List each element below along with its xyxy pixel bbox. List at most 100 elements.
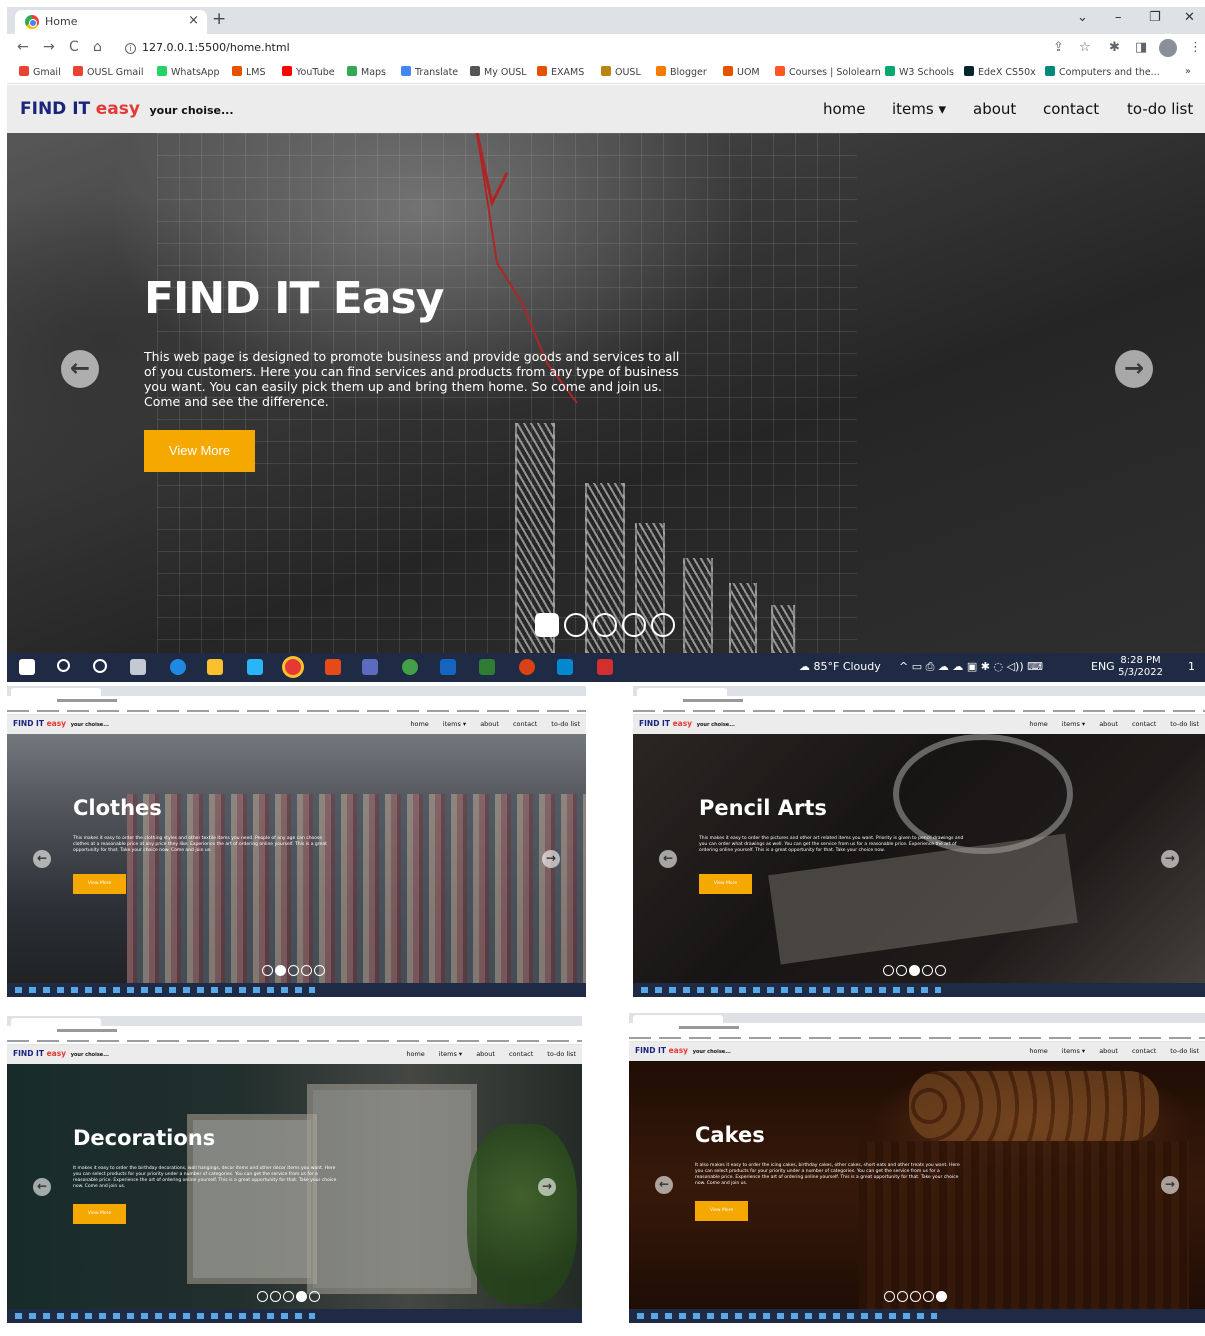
bookmark-item[interactable]: My OUSL bbox=[470, 66, 527, 78]
carousel-indicator-dot[interactable] bbox=[283, 1291, 294, 1302]
back-icon[interactable]: ← bbox=[17, 39, 29, 55]
teams-icon[interactable] bbox=[362, 659, 378, 675]
tab-close-icon[interactable]: × bbox=[188, 13, 199, 28]
bookmark-item[interactable]: Blogger bbox=[656, 66, 707, 78]
carousel-indicator-dot[interactable] bbox=[651, 613, 675, 637]
thumb-nav-link[interactable]: to-do list bbox=[547, 1050, 576, 1058]
menu-icon[interactable]: ⋮ bbox=[1189, 40, 1202, 55]
view-more-button[interactable]: View More bbox=[73, 1204, 126, 1224]
powerpoint-icon[interactable] bbox=[519, 659, 535, 675]
bookmark-item[interactable]: Courses | Sololearn bbox=[775, 66, 881, 78]
side-panel-icon[interactable]: ◨ bbox=[1135, 40, 1147, 55]
word-icon[interactable] bbox=[440, 659, 456, 675]
carousel-indicator-dot[interactable] bbox=[535, 613, 559, 637]
carousel-prev-icon[interactable]: ← bbox=[33, 849, 51, 868]
weather-text[interactable]: ☁ 85°F Cloudy bbox=[799, 660, 881, 673]
notification-icon[interactable]: 1 bbox=[1188, 660, 1195, 673]
site-brand[interactable]: FIND IT easy your choise... bbox=[20, 99, 234, 119]
thumb-nav-link[interactable]: items ▾ bbox=[439, 1050, 462, 1058]
nav-todo-list[interactable]: to-do list bbox=[1127, 100, 1193, 118]
site-brand[interactable]: FIND IT easy your choise... bbox=[13, 719, 109, 728]
nav-contact[interactable]: contact bbox=[1043, 100, 1099, 118]
bookmark-item[interactable]: Translate bbox=[401, 66, 458, 78]
thumb-nav-link[interactable]: contact bbox=[1132, 720, 1156, 728]
carousel-indicator-dot[interactable] bbox=[270, 1291, 281, 1302]
file-explorer-icon[interactable] bbox=[207, 659, 223, 675]
bookmark-item[interactable]: Gmail bbox=[19, 66, 61, 78]
forward-icon[interactable]: → bbox=[43, 39, 55, 55]
carousel-prev-icon[interactable]: ← bbox=[33, 1177, 51, 1196]
carousel-prev-icon[interactable]: ← bbox=[61, 350, 99, 388]
site-brand[interactable]: FIND IT easy your choise... bbox=[635, 1046, 731, 1055]
carousel-indicator-dot[interactable] bbox=[622, 613, 646, 637]
office-icon[interactable] bbox=[325, 659, 341, 675]
bookmark-item[interactable]: UOM bbox=[723, 66, 760, 78]
view-more-button[interactable]: View More bbox=[144, 430, 255, 472]
view-more-button[interactable]: View More bbox=[695, 1201, 748, 1221]
bookmark-item[interactable]: Maps bbox=[347, 66, 386, 78]
thumb-nav-link[interactable]: about bbox=[1099, 720, 1118, 728]
home-icon[interactable]: ⌂ bbox=[93, 39, 102, 55]
excel-icon[interactable] bbox=[479, 659, 495, 675]
carousel-next-icon[interactable]: → bbox=[1115, 350, 1153, 388]
edge-icon[interactable] bbox=[170, 659, 186, 675]
carousel-indicator-dot[interactable] bbox=[884, 1291, 895, 1302]
carousel-indicator-dot[interactable] bbox=[593, 613, 617, 637]
carousel-indicator-dot[interactable] bbox=[935, 965, 946, 976]
carousel-indicator-dot[interactable] bbox=[936, 1291, 947, 1302]
bookmark-item[interactable]: EdeX CS50x bbox=[964, 66, 1036, 78]
thumb-nav-link[interactable]: to-do list bbox=[1170, 1047, 1199, 1055]
carousel-indicator-dot[interactable] bbox=[923, 1291, 934, 1302]
thumb-nav-link[interactable]: about bbox=[476, 1050, 495, 1058]
bookmark-item[interactable]: YouTube bbox=[282, 66, 335, 78]
site-brand[interactable]: FIND IT easy your choise... bbox=[13, 1049, 109, 1058]
language-indicator[interactable]: ENG bbox=[1091, 660, 1115, 673]
thumb-nav-link[interactable]: to-do list bbox=[551, 720, 580, 728]
thumb-nav-link[interactable]: items ▾ bbox=[1062, 720, 1085, 728]
carousel-indicator-dot[interactable] bbox=[262, 965, 273, 976]
bookmark-item[interactable]: EXAMS bbox=[537, 66, 584, 78]
mail-icon[interactable] bbox=[247, 659, 263, 675]
bookmark-item[interactable]: Computers and the... bbox=[1045, 66, 1160, 78]
carousel-next-icon[interactable]: → bbox=[1161, 1176, 1179, 1194]
carousel-indicator-dot[interactable] bbox=[896, 965, 907, 976]
clock[interactable]: 8:28 PM 5/3/2022 bbox=[1118, 655, 1163, 679]
bookmark-item[interactable]: W3 Schools bbox=[885, 66, 954, 78]
browser-tab[interactable]: Home × bbox=[15, 10, 207, 34]
windows-start-icon[interactable] bbox=[19, 659, 35, 675]
acrobat-icon[interactable] bbox=[597, 659, 613, 675]
carousel-indicator-dot[interactable] bbox=[910, 1291, 921, 1302]
carousel-indicator-dot[interactable] bbox=[883, 965, 894, 976]
thumb-nav-link[interactable]: to-do list bbox=[1170, 720, 1199, 728]
new-tab-icon[interactable]: + bbox=[212, 9, 226, 29]
share-icon[interactable]: ⇪ bbox=[1053, 40, 1064, 55]
view-more-button[interactable]: View More bbox=[699, 874, 752, 894]
close-window-icon[interactable]: ✕ bbox=[1184, 10, 1195, 25]
carousel-prev-icon[interactable]: ← bbox=[659, 849, 677, 868]
task-view-icon[interactable] bbox=[130, 659, 146, 675]
thumb-nav-link[interactable]: contact bbox=[513, 720, 537, 728]
thumb-nav-link[interactable]: items ▾ bbox=[443, 720, 466, 728]
carousel-indicator-dot[interactable] bbox=[922, 965, 933, 976]
thumb-nav-link[interactable]: home bbox=[406, 1050, 424, 1058]
maximize-icon[interactable]: ❐ bbox=[1149, 10, 1161, 25]
carousel-indicator-dot[interactable] bbox=[897, 1291, 908, 1302]
nav-about[interactable]: about bbox=[973, 100, 1016, 118]
cortana-icon[interactable] bbox=[93, 659, 107, 673]
carousel-indicator-dot[interactable] bbox=[275, 965, 286, 976]
carousel-indicator-dot[interactable] bbox=[314, 965, 325, 976]
thumb-nav-link[interactable]: home bbox=[1029, 720, 1047, 728]
thumb-nav-link[interactable]: about bbox=[480, 720, 499, 728]
carousel-prev-icon[interactable]: ← bbox=[655, 1176, 673, 1194]
extensions-icon[interactable]: ✱ bbox=[1109, 40, 1120, 55]
nav-home[interactable]: home bbox=[823, 100, 866, 118]
carousel-indicator-dot[interactable] bbox=[301, 965, 312, 976]
thumb-nav-link[interactable]: items ▾ bbox=[1062, 1047, 1085, 1055]
carousel-next-icon[interactable]: → bbox=[542, 849, 560, 868]
carousel-indicator-dot[interactable] bbox=[296, 1291, 307, 1302]
chrome-icon[interactable] bbox=[285, 659, 301, 675]
search-icon[interactable] bbox=[57, 659, 70, 672]
site-brand[interactable]: FIND IT easy your choise... bbox=[639, 719, 735, 728]
carousel-next-icon[interactable]: → bbox=[538, 1177, 556, 1196]
nav-items-dropdown[interactable]: items ▾ bbox=[892, 100, 946, 118]
